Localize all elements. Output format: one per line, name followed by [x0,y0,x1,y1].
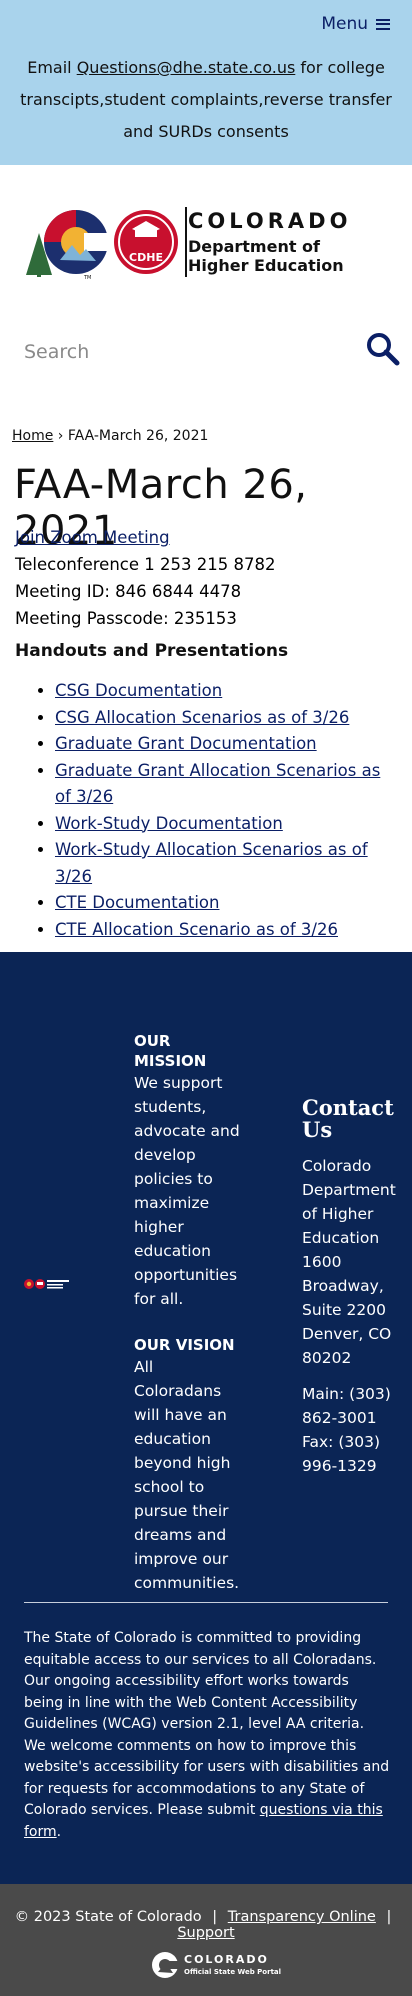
colorado-c-logo-icon[interactable]: TM CDHE [24,205,179,280]
list-item: CSG Documentation [55,678,400,705]
handouts-heading: Handouts and Presentations [15,641,289,661]
bottom-bar: © 2023 State of Colorado | Transparency … [0,1884,412,1996]
accessibility-statement: The State of Colorado is committed to pr… [24,1630,390,1840]
handout-link[interactable]: CTE Allocation Scenario as of 3/26 [55,920,338,939]
breadcrumb: Home › FAA-March 26, 2021 [12,428,208,444]
list-item: Graduate Grant Allocation Scenarios as o… [55,758,400,811]
breadcrumb-current: FAA-March 26, 2021 [67,428,209,444]
portal-text: COLORADO Official State Web Portal [184,1953,281,1976]
contact-main-phone: Main: (303) 862-3001 [302,1385,391,1427]
breadcrumb-home-link[interactable]: Home [12,428,53,444]
handout-link[interactable]: CSG Allocation Scenarios as of 3/26 [55,708,349,727]
contact-org: Colorado Department of Higher Education [302,1157,396,1247]
zoom-meeting-link[interactable]: Join Zoom Meeting [15,528,170,547]
meeting-passcode-text: Meeting Passcode: 235153 [15,609,237,628]
mission-heading: OUR MISSION [134,1032,207,1070]
handout-link[interactable]: Graduate Grant Allocation Scenarios as o… [55,761,380,807]
menu-button[interactable]: Menu [321,14,390,34]
portal-title: COLORADO [184,1953,269,1966]
list-item: Work-Study Allocation Scenarios as of 3/… [55,837,400,890]
teleconference-text: Teleconference 1 253 215 8782 [15,555,276,574]
top-banner: Menu Email Questions@dhe.state.co.us for… [0,0,412,165]
meeting-id-text: Meeting ID: 846 6844 4478 [15,582,242,601]
portal-subtitle: Official State Web Portal [184,1968,282,1976]
list-item: Work-Study Documentation [55,811,400,838]
mission-vision-column: OUR MISSION We support students, advocat… [134,1031,244,1595]
vision-text: All Coloradans will have an education be… [134,1358,240,1592]
legal-separator: | [212,1909,218,1925]
search-input[interactable] [24,332,344,372]
logo-divider [185,207,187,277]
breadcrumb-separator: › [57,428,64,444]
contact-heading: Contact Us [302,1095,394,1142]
transparency-online-link[interactable]: Transparency Online [228,1909,376,1925]
cdhe-badge-text: CDHE [129,251,163,264]
menu-label: Menu [321,14,368,34]
logo-text: COLORADO Department of Higher Education [188,209,351,275]
footer-cdhe-logo-icon[interactable] [24,1278,72,1290]
contact-column: Contact Us Colorado Department of Higher… [302,1097,402,1478]
logo-subtitle-2: Higher Education [188,256,344,275]
handout-link[interactable]: Graduate Grant Documentation [55,734,317,753]
site-footer: OUR MISSION We support students, advocat… [0,952,412,1884]
contact-fax: Fax: (303) 996-1329 [302,1433,380,1475]
contact-notice: Email Questions@dhe.state.co.us for coll… [20,58,392,141]
notice-email-link[interactable]: Questions@dhe.state.co.us [77,58,296,77]
list-item: Graduate Grant Documentation [55,731,400,758]
logo-subtitle-1: Department of [188,237,321,256]
handout-link[interactable]: Work-Study Documentation [55,814,283,833]
hamburger-icon [376,18,390,30]
site-logo-area: TM CDHE COLORADO Department of Higher Ed… [0,165,412,320]
meeting-info: Join Zoom Meeting Teleconference 1 253 2… [15,524,275,632]
handout-link[interactable]: CSG Documentation [55,681,222,700]
handouts-list: CSG Documentation CSG Allocation Scenari… [55,678,400,943]
vision-heading: OUR VISION [134,1336,235,1354]
list-item: CTE Allocation Scenario as of 3/26 [55,917,400,944]
legal-links: © 2023 State of Colorado | Transparency … [0,1909,412,1941]
list-item: CSG Allocation Scenarios as of 3/26 [55,705,400,732]
mission-text: We support students, advocate and develo… [134,1074,240,1308]
support-link[interactable]: Support [177,1925,234,1941]
footer-divider [24,1602,388,1603]
colorado-portal-logo-icon[interactable] [150,1950,182,1980]
logo-title: COLORADO [188,209,352,233]
handout-link[interactable]: Work-Study Allocation Scenarios as of 3/… [55,840,368,886]
handout-link[interactable]: CTE Documentation [55,893,219,912]
tm-mark: TM [83,275,91,280]
legal-separator: | [386,1909,392,1925]
list-item: CTE Documentation [55,890,400,917]
contact-address: 1600 Broadway, Suite 2200 Denver, CO 802… [302,1253,392,1367]
search-bar [0,320,412,390]
copyright-text: © 2023 State of Colorado [14,1909,202,1925]
search-icon[interactable] [366,332,400,366]
